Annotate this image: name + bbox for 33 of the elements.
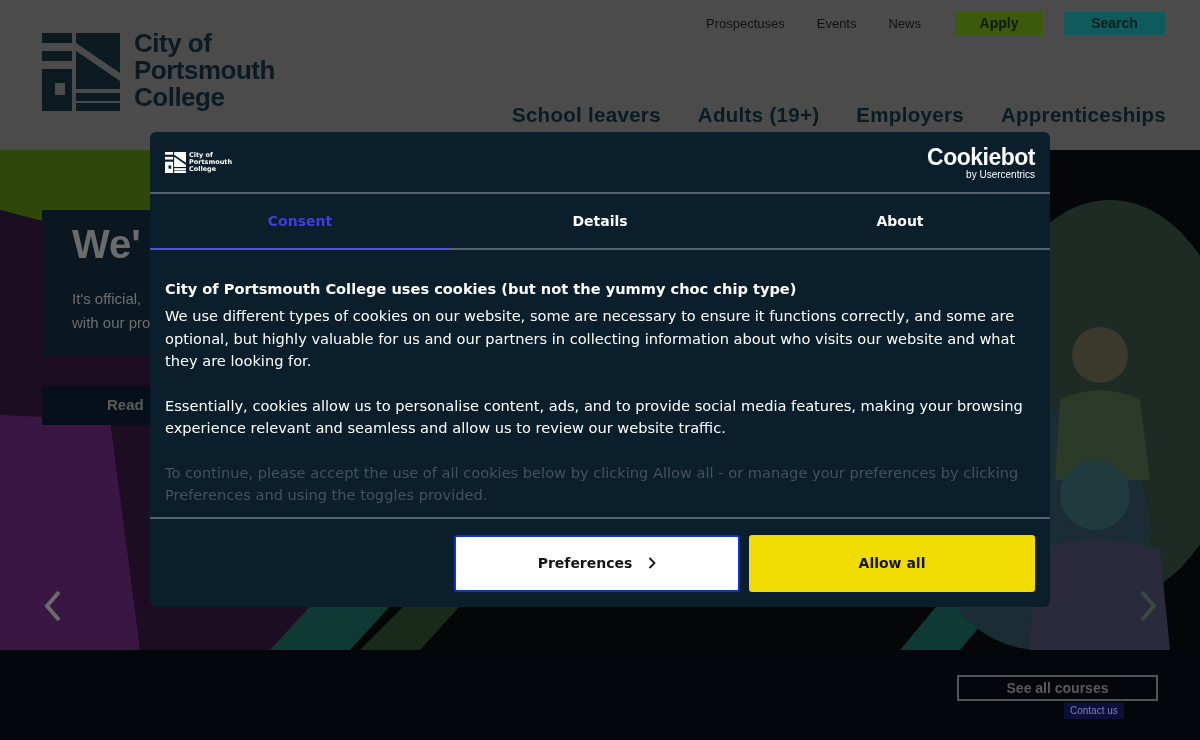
nav-link[interactable]: Events <box>816 16 857 31</box>
main-nav-link[interactable]: Adults (19+) <box>697 103 820 127</box>
preferences-button[interactable]: Preferences <box>454 534 740 592</box>
dialog-paragraph: Essentially, cookies allow us to personalise content, ads, and to provide social media features, making your browsing experience relevant and seamless and allow us to review our website traffic. <box>165 395 1024 438</box>
contact-us-badge[interactable]: Contact us <box>1064 703 1124 719</box>
logo-text: College <box>134 84 225 111</box>
main-nav-link[interactable]: Apprenticeships <box>1000 103 1166 127</box>
dialog-paragraph: To continue, please accept the use of all cookies below by clicking Allow all - or manage your preferences by clicking Preferences and using the toggles provided. <box>165 462 1020 505</box>
dialog-paragraph: We use different types of cookies on our website, some are necessary to ensure it functions correctly, and some are optional, but highly valuable for us and our partners in collecting information about who visits our website and what they are looking for. <box>165 306 1017 371</box>
next-icon[interactable] <box>1138 590 1158 622</box>
dialog-tab[interactable]: Details <box>450 194 750 250</box>
hero-text: It's official, <box>72 289 142 309</box>
apply-button[interactable]: Apply <box>955 12 1043 35</box>
nav-link[interactable]: News <box>888 16 921 31</box>
dialog-tab[interactable]: Consent <box>150 194 450 250</box>
hero-title: We' <box>72 222 141 267</box>
previous-icon[interactable] <box>43 590 63 622</box>
logo-icon[interactable] <box>42 33 120 111</box>
nav-link[interactable]: Prospectuses <box>705 16 785 31</box>
allow-all-button[interactable]: Allow all <box>749 534 1035 592</box>
brand-tagline: by Usercentrics <box>966 168 1035 180</box>
logo-text: City of <box>134 30 212 57</box>
logo-text: Portsmouth <box>134 57 275 84</box>
see-all-courses-button[interactable]: See all courses <box>957 675 1158 701</box>
logo-icon <box>165 151 186 173</box>
dialog-tab[interactable]: About <box>750 194 1050 250</box>
brand-logo-text: Cookiebot <box>927 144 1035 169</box>
search-button[interactable]: Search <box>1064 12 1165 35</box>
hero-text: with our pro <box>72 313 151 333</box>
main-nav-link[interactable]: Employers <box>856 103 964 127</box>
dialog-heading: City of Portsmouth College uses cookies (but not the yummy choc chip type) <box>165 280 798 297</box>
chevron-right-icon <box>648 557 657 569</box>
main-nav-link[interactable]: School leavers <box>511 103 661 127</box>
